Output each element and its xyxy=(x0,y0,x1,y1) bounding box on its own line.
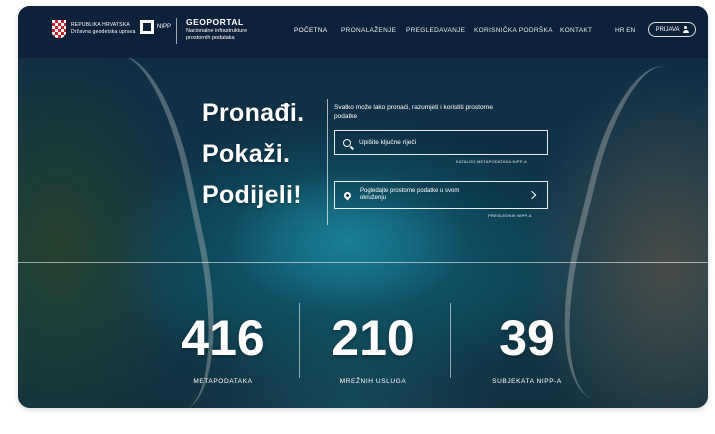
hero-intro: Svatko može lako pronaći, razumjeti i ko… xyxy=(334,104,493,120)
catalog-link[interactable]: KATALOG METAPODATAKA NIPP-A xyxy=(456,159,527,164)
coat-of-arms-icon xyxy=(52,20,66,38)
login-label: PRIJAVA xyxy=(655,26,680,33)
search-icon[interactable] xyxy=(343,138,351,147)
stat-separator xyxy=(450,303,451,378)
republika-logo[interactable]: REPUBLIKA HRVATSKA Državna geodetska upr… xyxy=(52,20,136,38)
nav-pronalazenje[interactable]: PRONALAŽENJE xyxy=(341,27,396,34)
browser-window: REPUBLIKA HRVATSKA Državna geodetska upr… xyxy=(18,6,708,408)
nipp-logo-icon xyxy=(140,20,154,34)
stat-subjekata-value: 39 xyxy=(499,310,555,366)
logo-uprava-text: Državna geodetska uprava xyxy=(71,29,136,35)
stat-subjekata-label: SUBJEKATA NIPP-A xyxy=(492,378,562,385)
location-pin-icon xyxy=(342,190,353,200)
login-button[interactable]: PRIJAVA xyxy=(648,22,696,37)
tagline-podijeli: Podijeli! xyxy=(202,181,302,209)
geoportal-title: GEOPORTAL xyxy=(186,17,244,27)
stat-mreznih-usluga-label: MREŽNIH USLUGA xyxy=(339,378,407,385)
hero-separator xyxy=(327,99,328,225)
stat-metapodataka-value: 416 xyxy=(181,310,265,366)
stat-metapodataka-label: METAPODATAKA xyxy=(193,378,253,385)
nav-pocetna[interactable]: POČETNA xyxy=(294,27,328,34)
viewer-link[interactable]: PREGLEDNIK NIPP-A xyxy=(488,213,532,218)
geoportal-logo[interactable]: GEOPORTAL Nacionalne infrastrukture pros… xyxy=(186,17,266,42)
location-text: Pogledajte prostorne podatke u svom okru… xyxy=(360,187,460,202)
nav-korisnicka-podrska[interactable]: KORISNIČKA PODRŠKA xyxy=(474,27,553,34)
stat-mreznih-usluga-value: 210 xyxy=(331,310,415,366)
tagline-pronadi: Pronađi. xyxy=(202,99,305,127)
nav-pregledavanje[interactable]: PREGLEDAVANJE xyxy=(406,27,465,34)
nipp-logo[interactable]: NIPP xyxy=(140,20,171,34)
user-icon xyxy=(682,26,689,33)
nipp-logo-text: NIPP xyxy=(157,24,172,30)
geoportal-subtitle: Nacionalne infrastrukture prostornih pod… xyxy=(186,28,248,41)
chevron-right-icon xyxy=(527,190,537,200)
hero-divider xyxy=(18,262,708,263)
language-switcher[interactable]: HR EN xyxy=(615,27,635,34)
search-input[interactable] xyxy=(359,139,529,146)
search-box[interactable] xyxy=(334,130,548,155)
site-header: REPUBLIKA HRVATSKA Državna geodetska upr… xyxy=(18,6,708,58)
header-separator xyxy=(176,18,177,44)
nav-kontakt[interactable]: KONTAKT xyxy=(560,27,592,34)
location-button[interactable]: Pogledajte prostorne podatke u svom okru… xyxy=(334,181,548,209)
tagline-pokazi: Pokaži. xyxy=(202,140,291,168)
logo-republika-text: REPUBLIKA HRVATSKA xyxy=(71,22,130,28)
